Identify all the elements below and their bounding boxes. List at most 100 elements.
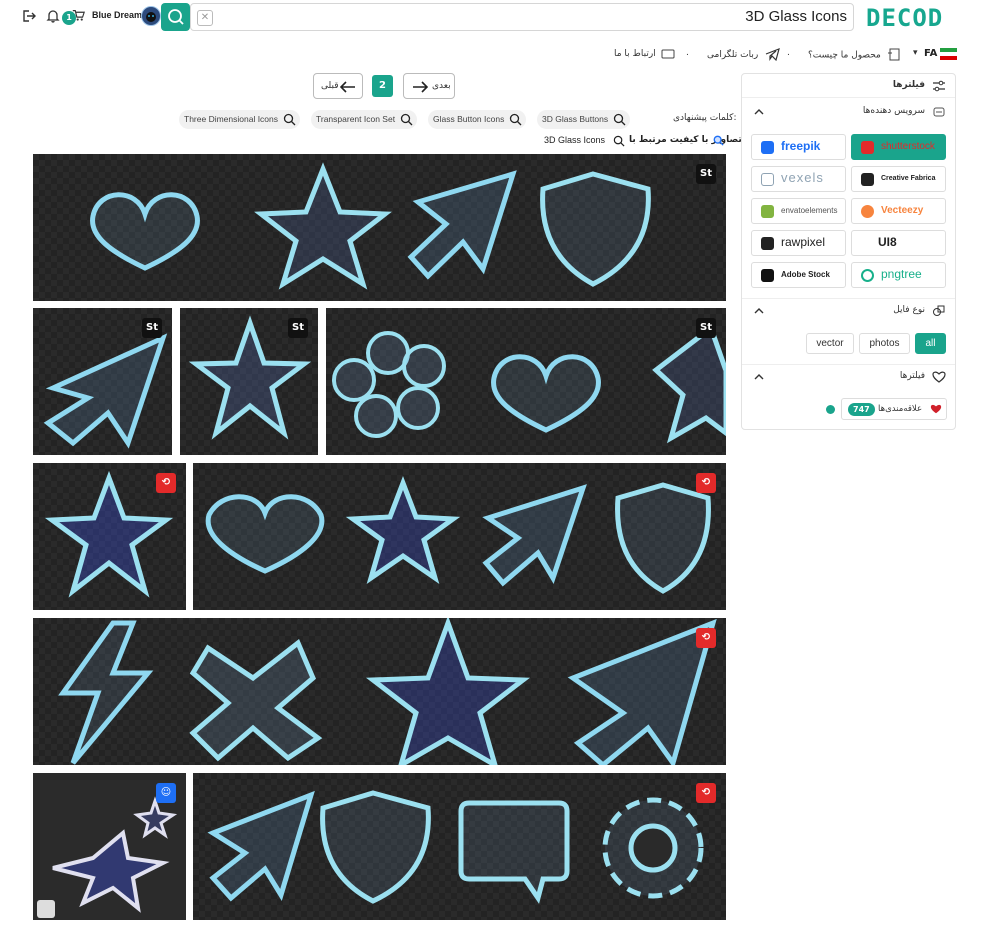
provider-adobe-stock[interactable]: Adobe Stock	[751, 262, 846, 288]
envato-logo-icon	[761, 205, 774, 218]
provider-creative-fabrica[interactable]: Creative Fabrica	[851, 166, 946, 192]
contact-link[interactable]: ارتباط با ما	[614, 48, 675, 59]
adobe-stock-badge-icon: St	[142, 318, 162, 338]
suggestion-tag[interactable]: Three Dimensional Icons	[179, 110, 301, 129]
current-page[interactable]: 2	[372, 75, 393, 97]
provider-pngtree[interactable]: pngtree	[851, 262, 946, 288]
adobe-stock-badge-icon: St	[696, 318, 716, 338]
glass-icons-set-artwork	[207, 790, 704, 904]
adobe-stock-badge-icon: St	[288, 318, 308, 338]
adobe-stock-logo-icon	[761, 269, 774, 282]
contact-icon	[661, 49, 675, 59]
filetype-section-toggle[interactable]: نوع فایل	[742, 298, 955, 322]
language-selector[interactable]: FA	[924, 48, 937, 59]
suggestion-tag[interactable]: Glass Button Icons	[428, 110, 527, 129]
favorites-section-toggle[interactable]: فیلترها	[742, 364, 955, 388]
suggestion-tag-label: 3D Glass Buttons	[542, 114, 609, 124]
result-image[interactable]: ⟲	[33, 618, 726, 765]
result-image[interactable]: St	[33, 154, 726, 301]
glass-icons-set-artwork	[58, 618, 717, 765]
result-image[interactable]: ☺	[33, 773, 186, 920]
cart-icon[interactable]	[72, 9, 85, 22]
provider-rawpixel[interactable]: rawpixel	[751, 230, 846, 256]
provider-label: vexels	[781, 170, 824, 185]
logout-icon[interactable]	[20, 8, 36, 24]
search-input[interactable]: ✕ 3D Glass Icons	[190, 3, 854, 31]
filters-header: فیلترها	[742, 74, 955, 98]
top-bar: 1 Blue Dream ✕ 3D Glass Icons DECOD	[0, 0, 1000, 34]
related-label: تصاویر با کیفیت مرتبط با	[629, 135, 742, 145]
provider-label: rawpixel	[781, 235, 826, 249]
suggestion-tag[interactable]: Transparent Icon Set	[311, 110, 418, 129]
result-image[interactable]: ⟲	[193, 773, 726, 920]
username-label[interactable]: Blue Dream	[92, 10, 142, 20]
nav-separator-1: .	[686, 48, 689, 58]
provider-shutterstock[interactable]: shutterstock	[851, 134, 946, 160]
favorites-count: 747	[848, 403, 875, 416]
filetype-vector[interactable]: vector	[806, 333, 854, 354]
provider-freepik[interactable]: freepik	[751, 134, 846, 160]
suggestion-tag[interactable]: 3D Glass Buttons	[537, 110, 631, 129]
clear-search-button[interactable]: ✕	[197, 10, 213, 26]
suggestion-tag-label: Three Dimensional Icons	[184, 114, 279, 124]
server-icon	[933, 107, 945, 117]
language-dropdown-icon[interactable]: ▾	[913, 48, 918, 58]
next-page-button[interactable]: بعدی	[403, 73, 455, 99]
glass-flower-heart-artwork	[332, 323, 726, 444]
filetype-photos[interactable]: photos	[859, 333, 910, 354]
providers-title: سرویس دهنده‌ها	[862, 106, 925, 116]
arrow-left-icon	[340, 81, 355, 93]
filters-sidebar: فیلترها سرویس دهنده‌ها freepik shutterst…	[741, 73, 956, 430]
avatar[interactable]	[141, 6, 161, 26]
result-image[interactable]: St	[326, 308, 726, 455]
favorites-filter[interactable]: 747 علاقه‌مندی‌ها	[841, 398, 947, 420]
contact-link-label: ارتباط با ما	[614, 49, 656, 59]
suggestion-tag-label: Glass Button Icons	[433, 114, 505, 124]
provider-label: freepik	[781, 139, 821, 153]
result-image[interactable]: St	[33, 308, 172, 455]
what-is-product-label: محصول ما چیست؟	[808, 50, 881, 61]
bell-icon[interactable]	[45, 8, 61, 24]
telegram-bot-link[interactable]: ربات تلگرامی	[707, 48, 780, 62]
iran-flag-icon	[940, 48, 957, 60]
shutterstock-badge-icon: ⟲	[696, 473, 716, 493]
search-value: 3D Glass Icons	[745, 8, 847, 25]
decod-logo[interactable]: DECOD	[866, 4, 943, 32]
shutterstock-badge-icon: ⟲	[696, 628, 716, 648]
provider-label: Vecteezy	[881, 205, 924, 216]
provider-ui8[interactable]: UI8	[851, 230, 946, 256]
search-icon	[283, 113, 296, 126]
suggestions-label: کلمات پیشنهادی:	[673, 113, 737, 123]
filetype-all[interactable]: all	[915, 333, 946, 354]
result-image[interactable]: ⟲	[193, 463, 726, 610]
search-icon	[613, 113, 626, 126]
vexels-logo-icon	[761, 173, 774, 186]
pngtree-logo-icon	[861, 269, 874, 282]
provider-label: envatoelements	[781, 206, 838, 215]
prev-page-button[interactable]: قبلی	[313, 73, 363, 99]
favorites-status-dot	[826, 405, 835, 414]
shapes-icon	[933, 305, 945, 316]
filetype-title: نوع فایل	[893, 305, 925, 315]
freepik-badge-icon: ☺	[156, 783, 176, 803]
glass-icons-artwork	[90, 162, 651, 290]
provider-vecteezy[interactable]: Vecteezy	[851, 198, 946, 224]
nav-separator-2: .	[787, 48, 790, 58]
search-icon	[168, 9, 184, 25]
telegram-icon	[765, 48, 780, 62]
provider-label: Creative Fabrica	[881, 175, 936, 182]
freepik-logo-icon	[761, 141, 774, 154]
search-button[interactable]	[161, 3, 190, 31]
providers-section-toggle[interactable]: سرویس دهنده‌ها	[742, 100, 955, 124]
chevron-up-icon	[754, 109, 764, 115]
next-page-label: بعدی	[432, 81, 451, 91]
result-image[interactable]: St	[180, 308, 318, 455]
search-icon	[613, 135, 625, 147]
provider-vexels[interactable]: vexels	[751, 166, 846, 192]
provider-label: Adobe Stock	[781, 270, 830, 279]
shutterstock-badge-icon: ⟲	[156, 473, 176, 493]
result-image[interactable]: ⟲	[33, 463, 186, 610]
provider-envato[interactable]: envatoelements	[751, 198, 846, 224]
glass-icons-set-artwork	[205, 475, 711, 594]
what-is-product-link[interactable]: محصول ما چیست؟	[808, 48, 901, 62]
